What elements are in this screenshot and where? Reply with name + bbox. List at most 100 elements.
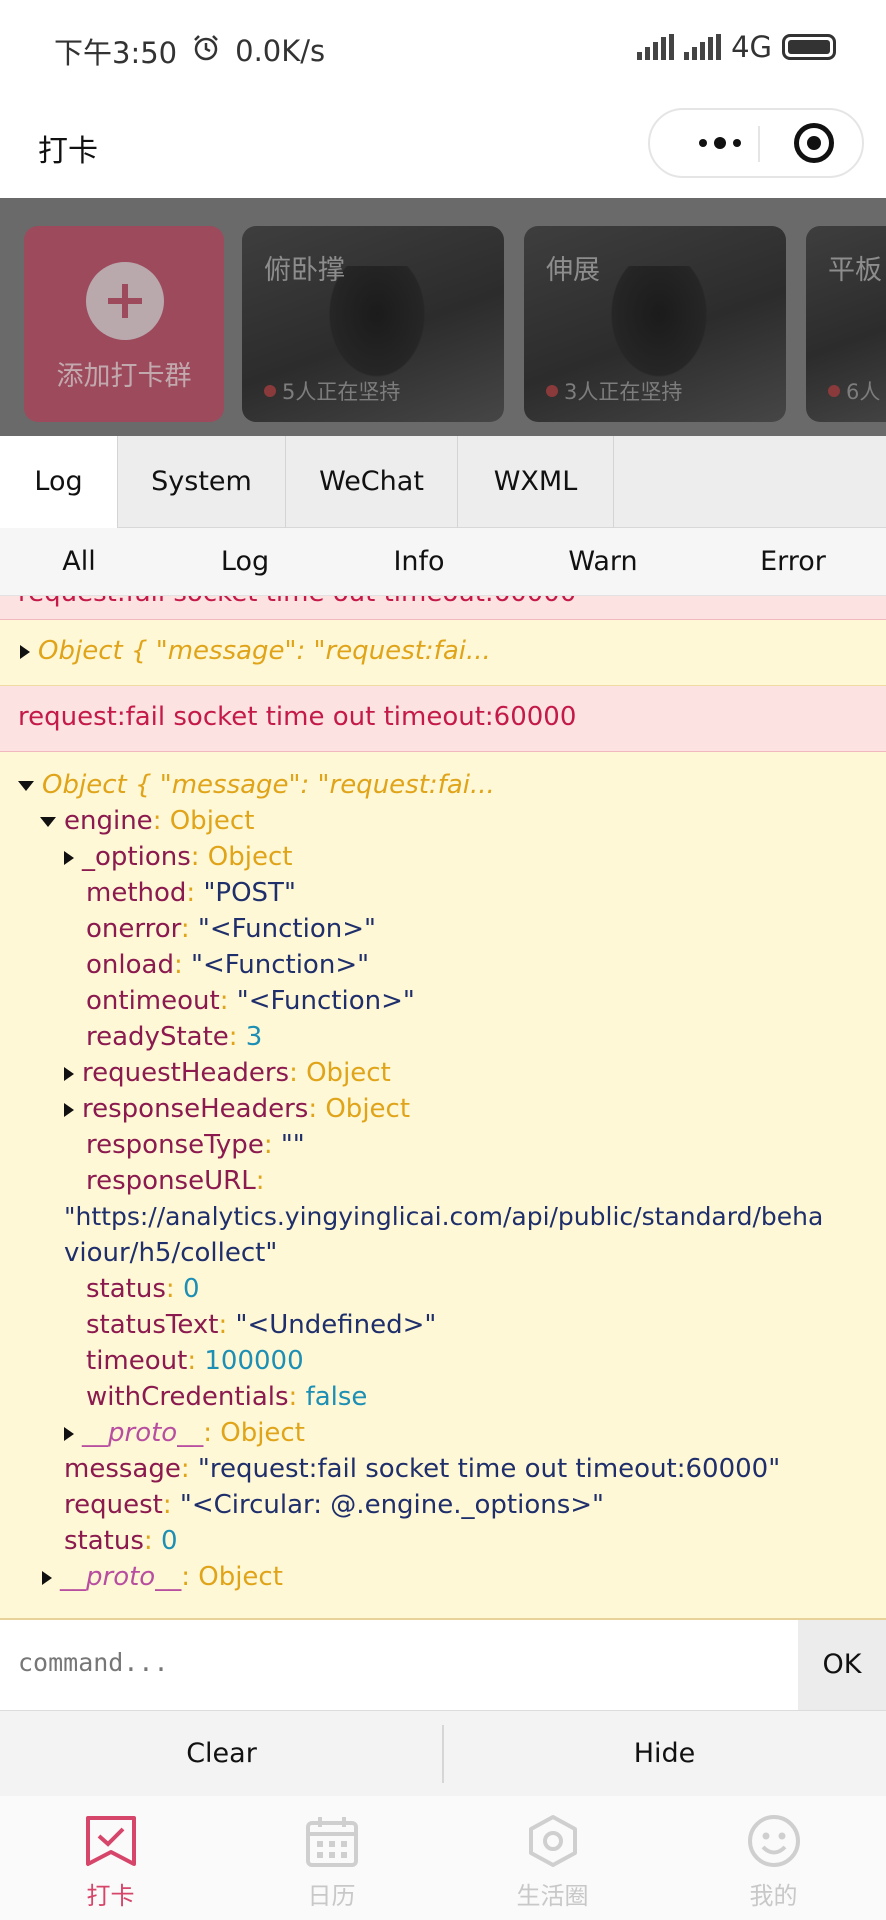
prop-value: 0 [160, 1526, 178, 1556]
prop-value: "<Function>" [236, 986, 415, 1016]
tree-node: withCredentials: false [86, 1382, 368, 1412]
log-item-text: request:fail socket time out timeout:600… [18, 702, 577, 732]
tabbar-item-calendar[interactable]: 日历 [221, 1796, 442, 1920]
tree-node: ontimeout: "<Function>" [86, 986, 415, 1016]
prop-value: "<Circular: @.engine._options>" [179, 1490, 605, 1520]
prop-key: status [86, 1274, 166, 1304]
status-right: 4G [637, 30, 836, 64]
checkin-icon [84, 1814, 138, 1868]
tabbar-label: 生活圈 [516, 1882, 589, 1910]
dot-icon [546, 385, 558, 397]
command-input[interactable]: command... [0, 1620, 798, 1710]
tree-node: timeout: 100000 [86, 1346, 304, 1376]
prop-key: onerror [86, 914, 181, 944]
group-card[interactable]: 平板 6人 [806, 226, 886, 422]
tab-system[interactable]: System [118, 436, 286, 528]
group-card-meta-text: 3人正在坚持 [564, 380, 683, 404]
group-card[interactable]: 伸展 3人正在坚持 [524, 226, 786, 422]
tree-node: status: 0 [64, 1526, 178, 1556]
filter-info[interactable]: Info [360, 528, 478, 596]
filter-all[interactable]: All [20, 528, 138, 596]
prop-key: request [64, 1490, 163, 1520]
tree-node: status: 0 [86, 1274, 200, 1304]
checkin-group-banner: 添加打卡群 俯卧撑 5人正在坚持 伸展 3人正在坚持 平板 6人 [0, 198, 886, 436]
tab-wechat[interactable]: WeChat [286, 436, 458, 528]
add-group-card[interactable]: 添加打卡群 [24, 226, 224, 422]
expand-arrow-icon [64, 1102, 74, 1117]
prop-key: readyState [86, 1022, 229, 1052]
group-card-meta: 6人 [828, 376, 880, 406]
group-card-meta-text: 6人 [846, 380, 881, 404]
console-tabs: Log System WeChat WXML [0, 436, 886, 528]
tabbar-item-lifecircle[interactable]: 生活圈 [442, 1796, 663, 1920]
tree-node-engine[interactable]: engine: Object [40, 806, 254, 836]
filter-warn[interactable]: Warn [544, 528, 662, 596]
prop-key: __proto__ [60, 1562, 182, 1592]
prop-value-url-2: viour/h5/collect" [64, 1238, 278, 1268]
clear-button[interactable]: Clear [0, 1711, 443, 1797]
prop-key: onload [86, 950, 174, 980]
close-target-icon[interactable] [794, 123, 834, 163]
filter-error[interactable]: Error [734, 528, 852, 596]
tree-node: method: "POST" [86, 878, 296, 908]
filter-log[interactable]: Log [186, 528, 304, 596]
prop-key: message [64, 1454, 181, 1484]
tree-node-proto[interactable]: __proto__: Object [64, 1418, 305, 1448]
group-card-name: 俯卧撑 [264, 255, 345, 286]
object-summary: Object { "message": "request:fai... [38, 636, 491, 666]
group-card[interactable]: 俯卧撑 5人正在坚持 [242, 226, 504, 422]
prop-value: "POST" [203, 878, 296, 908]
add-group-label: 添加打卡群 [56, 361, 192, 392]
plus-icon [86, 262, 164, 340]
object-header[interactable]: Object { "message": "request:fai... [18, 770, 495, 800]
group-card-meta: 3人正在坚持 [546, 376, 682, 406]
tabbar-item-mine[interactable]: 我的 [663, 1796, 884, 1920]
nav-bar: 打卡 [0, 96, 886, 198]
prop-key: method [86, 878, 187, 908]
tabbar-item-checkin[interactable]: 打卡 [0, 1796, 221, 1920]
battery-icon [782, 34, 836, 60]
status-left: 下午3:50 0.0K/s [54, 30, 325, 72]
signal-icon-2 [684, 34, 722, 60]
log-list[interactable]: request:fail socket time out timeout:600… [0, 596, 886, 1618]
hide-button[interactable]: Hide [443, 1711, 886, 1797]
tabbar-label: 日历 [307, 1882, 356, 1910]
status-time: 下午3:50 [54, 36, 178, 70]
network-speed: 0.0K/s [235, 34, 326, 68]
prop-type: Object [169, 806, 255, 836]
tab-wxml[interactable]: WXML [458, 436, 614, 528]
bottom-tab-bar: 打卡 日历 生活圈 我的 [0, 1796, 886, 1920]
tree-node-request-headers[interactable]: requestHeaders: Object [64, 1058, 391, 1088]
tree-node: message: "request:fail socket time out t… [64, 1454, 781, 1484]
group-card-name: 平板 [828, 255, 882, 286]
signal-icon [637, 34, 675, 60]
log-item-warn[interactable]: Object { "message": "request:fai... [0, 620, 886, 686]
prop-value: "" [280, 1130, 305, 1160]
group-card-meta-text: 5人正在坚持 [282, 380, 401, 404]
log-item-warn-expanded[interactable]: Object { "message": "request:fai... engi… [0, 752, 886, 1618]
dot-icon [828, 385, 840, 397]
tree-node: readyState: 3 [86, 1022, 263, 1052]
prop-key: ontimeout [86, 986, 220, 1016]
tree-node-proto[interactable]: __proto__: Object [42, 1562, 283, 1592]
console-actions: Clear Hide [0, 1710, 886, 1796]
tree-node: statusText: "<Undefined>" [86, 1310, 437, 1340]
log-item-text: Object { "message": "request:fai... [20, 636, 491, 666]
more-icon[interactable] [680, 110, 760, 176]
prop-key: responseType [86, 1130, 264, 1160]
command-ok-button[interactable]: OK [798, 1620, 886, 1710]
prop-value: 3 [245, 1022, 263, 1052]
collapse-arrow-icon [18, 780, 34, 791]
log-item-text: request:fail socket time out timeout:600… [18, 596, 576, 608]
object-summary: Object { "message": "request:fai... [42, 770, 495, 800]
prop-key: __proto__ [82, 1418, 204, 1448]
prop-type: Object [198, 1562, 283, 1592]
tab-log[interactable]: Log [0, 436, 118, 528]
command-bar: command... OK [0, 1618, 886, 1710]
prop-key: responseURL [86, 1166, 256, 1196]
page-title: 打卡 [38, 134, 98, 169]
smiley-icon [747, 1814, 801, 1868]
tree-node-response-headers[interactable]: responseHeaders: Object [64, 1094, 410, 1124]
tree-node-options[interactable]: _options: Object [64, 842, 292, 872]
tabbar-label: 打卡 [86, 1882, 135, 1910]
